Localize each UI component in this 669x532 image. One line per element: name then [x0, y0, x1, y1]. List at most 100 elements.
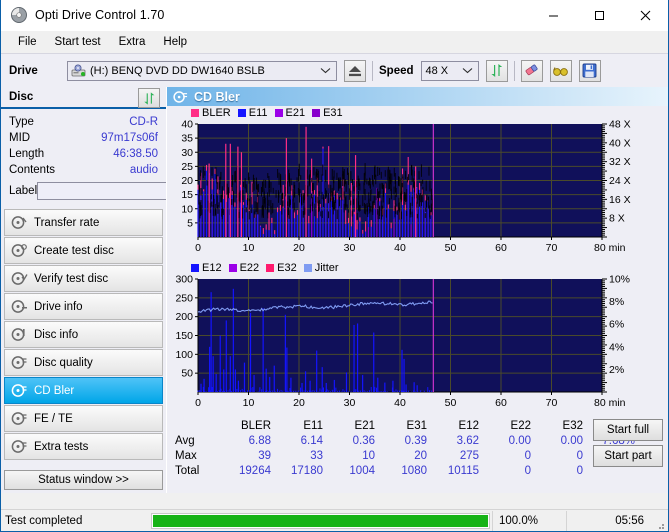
stats-grid: BLER E11 E21 E31 E12 E22 E32 Jitter Avg … [175, 418, 635, 478]
legend-swatch [303, 264, 312, 272]
svg-text:35: 35 [181, 133, 193, 145]
legend-label: E22 [239, 262, 260, 274]
disc-value: CD-R [129, 116, 158, 128]
legend-label: E21 [285, 107, 306, 119]
legend-swatch [191, 109, 199, 117]
bler-chart-legend: BLER E11 E21 E31 [167, 106, 668, 120]
sidebar-nav: Transfer rate Create test disc Verify te… [1, 209, 166, 460]
svg-text:100: 100 [175, 349, 193, 361]
svg-text:25: 25 [181, 161, 193, 173]
disc-refresh-button[interactable] [138, 88, 160, 108]
svg-text:150: 150 [175, 330, 193, 342]
progress-percent: 100.0% [492, 510, 566, 531]
cell: 0 [524, 464, 531, 477]
stats-corner [175, 418, 219, 433]
save-button[interactable] [578, 59, 601, 82]
cell: 33 [310, 449, 323, 462]
drive-select[interactable]: (H:) BENQ DVD DD DW1640 BSLB [67, 60, 337, 81]
table-row: Avg 6.88 6.14 0.36 0.39 3.62 0.00 0.00 7… [175, 433, 635, 448]
sidebar-item-extra-tests[interactable]: Extra tests [4, 433, 163, 460]
svg-text:10%: 10% [609, 275, 630, 286]
sidebar-item-label: Create test disc [34, 244, 114, 257]
erase-button[interactable] [520, 59, 543, 82]
toolbar-divider-1 [372, 60, 373, 81]
menu-start-test[interactable]: Start test [47, 34, 109, 50]
menu-extra[interactable]: Extra [111, 34, 154, 50]
cell: 17180 [291, 464, 323, 477]
menu-help[interactable]: Help [155, 34, 195, 50]
row-label: Max [175, 449, 197, 462]
refresh-button[interactable] [485, 59, 508, 82]
svg-text:48 X: 48 X [609, 120, 631, 131]
svg-text:4%: 4% [609, 341, 624, 353]
disc-row-contents: Contents audio [9, 162, 158, 178]
window-controls [530, 0, 668, 31]
close-button[interactable] [622, 0, 668, 31]
glasses-button[interactable] [549, 59, 572, 82]
disc-info: Type CD-R MID 97m17s06f Length 46:38.50 … [1, 109, 242, 204]
row-label: Total [175, 464, 200, 477]
speed-label: Speed [379, 64, 414, 77]
status-window-button[interactable]: Status window >> [4, 470, 163, 490]
sidebar-item-drive-info[interactable]: Drive info [4, 293, 163, 320]
cell: 0.39 [404, 434, 427, 447]
cell: 20 [414, 449, 427, 462]
disc-row-mid: MID 97m17s06f [9, 130, 158, 146]
svg-text:8 X: 8 X [609, 213, 625, 225]
svg-text:5: 5 [187, 217, 193, 229]
toolbar-divider-2 [513, 60, 515, 81]
resize-grip[interactable] [654, 511, 668, 531]
svg-text:30: 30 [181, 147, 193, 159]
cell: 0.00 [560, 434, 583, 447]
maximize-button[interactable] [576, 0, 622, 31]
sidebar-item-fe-te[interactable]: FE / TE [4, 405, 163, 432]
svg-text:10: 10 [243, 397, 255, 409]
drive-value: (H:) BENQ DVD DD DW1640 BSLB [90, 64, 265, 77]
cell: 1080 [401, 464, 427, 477]
cell: 6.88 [248, 434, 271, 447]
sidebar-item-transfer-rate[interactable]: Transfer rate [4, 209, 163, 236]
legend-item-e32: E32 [266, 262, 297, 274]
cell: 0 [576, 464, 583, 477]
bler-chart-svg[interactable]: 5 10 15 20 25 30 35 40 0 10 20 30 40 50 60 70 80 min 8 X 1… [167, 120, 669, 261]
legend-label: Jitter [314, 262, 339, 274]
svg-text:32 X: 32 X [609, 156, 631, 168]
disc-bler-icon [173, 90, 188, 104]
e12-chart-legend: E12 E22 E32 Jitter [167, 261, 668, 275]
sidebar-item-cd-bler[interactable]: CD Bler [4, 377, 163, 404]
drive-label: Drive [9, 64, 38, 77]
start-part-button[interactable]: Start part [593, 445, 663, 467]
legend-item-e22: E22 [228, 262, 260, 274]
minimize-button[interactable] [530, 0, 576, 31]
speed-select[interactable]: 48 X [420, 60, 479, 81]
svg-text:30: 30 [344, 242, 356, 254]
svg-text:40: 40 [394, 242, 406, 254]
sidebar-item-verify-test-disc[interactable]: Verify test disc [4, 265, 163, 292]
svg-text:40 X: 40 X [609, 137, 631, 149]
chevron-down-icon [462, 62, 473, 80]
sidebar-item-disc-quality[interactable]: Disc quality [4, 349, 163, 376]
e12-jitter-chart-svg[interactable]: 50 100 150 200 250 300 0 10 20 30 40 50 60 70 80 min 2%… [167, 275, 669, 416]
legend-label: E31 [323, 107, 343, 119]
sidebar-item-disc-info[interactable]: Disc info [4, 321, 163, 348]
disc-info-icon [11, 299, 28, 314]
table-header-row: BLER E11 E21 E31 E12 E22 E32 Jitter [175, 418, 635, 433]
disc-bler-icon [11, 383, 28, 398]
cell: 10115 [447, 464, 479, 477]
svg-text:10: 10 [243, 242, 255, 254]
svg-text:60: 60 [495, 242, 507, 254]
disc-data-icon [11, 327, 28, 342]
legend-swatch [312, 109, 321, 117]
menu-file[interactable]: File [10, 34, 45, 50]
legend-swatch [274, 109, 283, 117]
disc-extra-icon [11, 439, 28, 454]
legend-swatch [191, 264, 199, 272]
sidebar-item-label: Disc info [34, 328, 79, 341]
table-row: Total 19264 17180 1004 1080 10115 0 0 [175, 463, 635, 478]
sidebar-item-create-test-disc[interactable]: Create test disc [4, 237, 163, 264]
start-full-button[interactable]: Start full [593, 419, 663, 441]
legend-item-e31: E31 [312, 107, 343, 119]
svg-text:300: 300 [175, 275, 193, 286]
legend-label: E12 [202, 262, 222, 274]
eject-button[interactable] [344, 59, 366, 82]
